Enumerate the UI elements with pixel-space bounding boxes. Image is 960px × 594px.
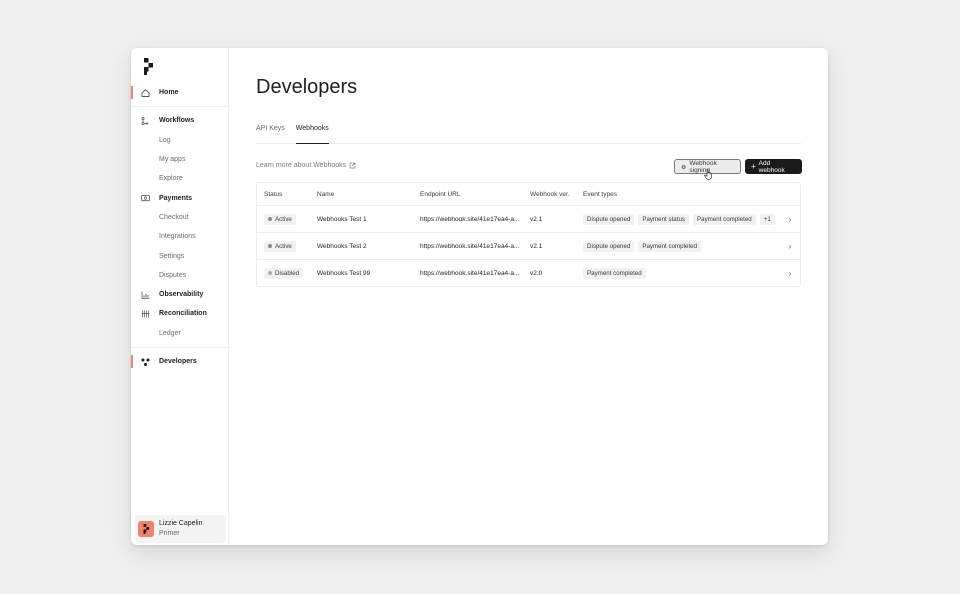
sidebar-item-label: Integrations	[159, 233, 196, 241]
event-types: Dispute opened Payment completed	[583, 240, 780, 252]
hand-cursor-icon	[704, 169, 712, 180]
sidebar-item-my-apps[interactable]: My apps	[131, 150, 228, 169]
sidebar-nav: Home Workflows Log My apps Explore Payme…	[131, 83, 228, 371]
sidebar-item-checkout[interactable]: Checkout	[131, 208, 228, 227]
column-header-webhook-version[interactable]: Webhook ver.	[530, 191, 583, 198]
sidebar-item-reconciliation[interactable]: Reconciliation	[131, 304, 228, 323]
table-row[interactable]: Disabled Webhooks Test 99 https://webhoo…	[257, 259, 800, 286]
sidebar-item-label: Ledger	[159, 329, 181, 337]
endpoint-url: https://webhook.site/41e17ea4-a...	[420, 215, 520, 223]
column-header-name[interactable]: Name	[317, 191, 420, 198]
sidebar-item-developers[interactable]: Developers	[131, 352, 228, 371]
column-header-endpoint-url[interactable]: Endpoint URL	[420, 191, 530, 198]
add-webhook-button[interactable]: + Add webhook	[745, 159, 802, 174]
sidebar-item-home[interactable]: Home	[131, 83, 228, 102]
sidebar-item-log[interactable]: Log	[131, 131, 228, 150]
sidebar-item-label: Observability	[159, 291, 204, 299]
endpoint-url: https://webhook.site/41e17ea4-a...	[420, 269, 520, 277]
gear-icon	[681, 164, 686, 169]
user-name: Lizzie Capelin	[159, 520, 203, 527]
tab-webhooks[interactable]: Webhooks	[295, 125, 329, 144]
primer-avatar-icon	[143, 524, 149, 534]
sidebar: Home Workflows Log My apps Explore Payme…	[131, 48, 229, 545]
reconciliation-icon	[141, 309, 150, 318]
webhook-version: v2.1	[530, 242, 543, 250]
sidebar-item-observability[interactable]: Observability	[131, 285, 228, 304]
primer-logo[interactable]	[143, 58, 155, 75]
sidebar-item-label: Developers	[159, 358, 197, 365]
sidebar-item-ledger[interactable]: Ledger	[131, 324, 228, 343]
sidebar-item-label: Payments	[159, 194, 193, 202]
tab-api-keys[interactable]: API Keys	[256, 125, 285, 143]
divider	[131, 346, 228, 348]
sidebar-item-disputes[interactable]: Disputes	[131, 266, 228, 285]
more-events-tag[interactable]: +1	[759, 213, 775, 225]
user-org: Primer	[159, 530, 180, 537]
column-header-status[interactable]: Status	[257, 191, 317, 198]
sidebar-item-integrations[interactable]: Integrations	[131, 227, 228, 246]
avatar	[138, 521, 154, 537]
sidebar-item-settings[interactable]: Settings	[131, 246, 228, 265]
webhooks-table: Status Name Endpoint URL Webhook ver. Ev…	[256, 182, 801, 287]
webhook-name: Webhooks Test 2	[317, 242, 367, 250]
status-badge: Disabled	[264, 267, 304, 279]
sidebar-item-label: Explore	[159, 175, 183, 183]
sidebar-item-workflows[interactable]: Workflows	[131, 111, 228, 130]
tab-bar: API Keys Webhooks	[256, 125, 801, 144]
endpoint-url: https://webhook.site/41e17ea4-a...	[420, 242, 520, 250]
sidebar-item-label: Settings	[159, 252, 185, 260]
column-header-event-types[interactable]: Event types	[583, 191, 780, 198]
add-webhook-label: Add webhook	[758, 159, 785, 174]
sidebar-item-label: Workflows	[159, 117, 195, 125]
plus-icon: +	[751, 161, 756, 171]
sidebar-item-label: My apps	[159, 156, 186, 164]
main-content: Developers API Keys Webhooks Learn more …	[229, 48, 828, 545]
event-type-tag: Payment status	[638, 213, 690, 225]
chevron-right-icon[interactable]: ›	[780, 269, 800, 278]
webhook-version: v2.1	[530, 215, 543, 223]
event-type-tag: Payment completed	[638, 240, 702, 252]
developers-icon	[141, 357, 150, 366]
status-dot	[268, 271, 272, 275]
home-icon	[141, 88, 150, 97]
status-badge: Active	[264, 213, 296, 225]
webhook-version: v2.0	[530, 269, 543, 277]
table-row[interactable]: Active Webhooks Test 2 https://webhook.s…	[257, 232, 800, 259]
status-dot	[268, 244, 272, 248]
sidebar-item-explore[interactable]: Explore	[131, 169, 228, 188]
event-types: Dispute opened Payment status Payment co…	[583, 213, 780, 225]
status-label: Disabled	[275, 269, 300, 277]
workflow-icon	[141, 116, 150, 125]
status-dot	[268, 217, 272, 221]
page-title: Developers	[256, 76, 358, 98]
sidebar-item-label: Disputes	[159, 271, 187, 279]
learn-more-label: Learn more about Webhooks	[256, 162, 347, 169]
webhook-name: Webhooks Test 99	[317, 269, 371, 277]
event-type-tag: Dispute opened	[583, 240, 635, 252]
status-badge: Active	[264, 240, 296, 252]
user-profile[interactable]: Lizzie Capelin Primer	[135, 515, 226, 543]
external-link-icon	[349, 162, 356, 169]
webhook-name: Webhooks Test 1	[317, 215, 367, 223]
sidebar-item-label: Checkout	[159, 213, 189, 221]
table-header-row: Status Name Endpoint URL Webhook ver. Ev…	[257, 183, 800, 205]
chart-icon	[141, 290, 150, 299]
event-type-tag: Payment completed	[583, 267, 646, 279]
table-row[interactable]: Active Webhooks Test 1 https://webhook.s…	[257, 205, 800, 232]
app-window: Home Workflows Log My apps Explore Payme…	[131, 48, 828, 545]
event-types: Payment completed	[583, 267, 780, 279]
chevron-right-icon[interactable]: ›	[780, 242, 800, 251]
sidebar-item-label: Reconciliation	[159, 310, 207, 318]
event-type-tag: Dispute opened	[583, 213, 635, 225]
learn-more-link[interactable]: Learn more about Webhooks	[256, 162, 356, 169]
sidebar-item-payments[interactable]: Payments	[131, 188, 228, 207]
event-type-tag: Payment completed	[693, 213, 756, 225]
payments-icon	[141, 194, 150, 203]
status-label: Active	[275, 242, 292, 250]
sidebar-item-label: Log	[159, 136, 171, 144]
chevron-right-icon[interactable]: ›	[780, 215, 800, 224]
divider	[131, 106, 228, 108]
status-label: Active	[275, 215, 292, 223]
sidebar-item-label: Home	[159, 89, 179, 97]
